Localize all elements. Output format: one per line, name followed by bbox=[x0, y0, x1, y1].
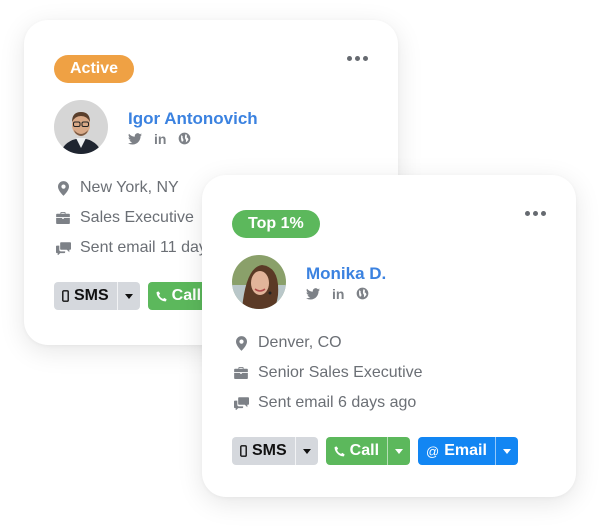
more-options-button[interactable] bbox=[525, 211, 546, 216]
location-text: Denver, CO bbox=[258, 334, 342, 351]
call-dropdown-button[interactable] bbox=[387, 437, 410, 465]
sms-label: SMS bbox=[74, 287, 109, 304]
caret-down-icon bbox=[302, 448, 311, 454]
linkedin-icon[interactable]: in bbox=[154, 132, 166, 146]
call-label: Call bbox=[349, 442, 380, 459]
caret-down-icon bbox=[395, 448, 404, 454]
twitter-icon[interactable] bbox=[306, 287, 320, 300]
contact-name[interactable]: Monika D. bbox=[306, 264, 386, 284]
at-sign-icon: @ bbox=[426, 443, 440, 459]
job-title-text: Sales Executive bbox=[80, 209, 194, 226]
email-button[interactable]: @ Email bbox=[418, 437, 495, 465]
twitter-icon[interactable] bbox=[128, 132, 142, 145]
sms-button-group: SMS bbox=[232, 437, 318, 465]
avatar bbox=[232, 255, 286, 309]
call-button-group: Call bbox=[325, 437, 411, 465]
title-row: Senior Sales Executive bbox=[232, 358, 423, 388]
call-button[interactable]: Call bbox=[148, 282, 209, 310]
map-pin-icon bbox=[232, 335, 250, 351]
mobile-phone-icon bbox=[240, 445, 247, 457]
chat-icon bbox=[54, 241, 72, 255]
job-title-text: Senior Sales Executive bbox=[258, 364, 423, 381]
activity-row: Sent email 6 days ago bbox=[232, 388, 423, 418]
contact-card-monika: Top 1% Monika D. in Denver, CO Senior Sa… bbox=[202, 175, 576, 497]
location-row: Denver, CO bbox=[232, 328, 423, 358]
call-button[interactable]: Call bbox=[326, 437, 387, 465]
phone-icon bbox=[334, 445, 345, 456]
email-button-group: @ Email bbox=[418, 437, 518, 465]
avatar bbox=[54, 100, 108, 154]
caret-down-icon bbox=[124, 293, 133, 299]
email-label: Email bbox=[444, 442, 487, 459]
phone-icon bbox=[156, 290, 167, 301]
sms-dropdown-button[interactable] bbox=[294, 437, 318, 465]
more-options-button[interactable] bbox=[347, 56, 368, 61]
globe-icon[interactable] bbox=[356, 287, 369, 300]
email-dropdown-button[interactable] bbox=[494, 437, 518, 465]
sms-button[interactable]: SMS bbox=[54, 282, 117, 310]
sms-label: SMS bbox=[252, 442, 287, 459]
sms-button[interactable]: SMS bbox=[232, 437, 295, 465]
map-pin-icon bbox=[54, 180, 72, 196]
status-badge: Top 1% bbox=[232, 210, 320, 238]
caret-down-icon bbox=[502, 448, 511, 454]
chat-icon bbox=[232, 396, 250, 410]
call-label: Call bbox=[171, 287, 202, 304]
sms-button-group: SMS bbox=[54, 282, 140, 310]
activity-text: Sent email 6 days ago bbox=[258, 394, 417, 411]
briefcase-icon bbox=[54, 212, 72, 224]
linkedin-icon[interactable]: in bbox=[332, 287, 344, 301]
mobile-phone-icon bbox=[62, 290, 69, 302]
location-text: New York, NY bbox=[80, 179, 179, 196]
contact-name[interactable]: Igor Antonovich bbox=[128, 109, 258, 129]
sms-dropdown-button[interactable] bbox=[116, 282, 140, 310]
briefcase-icon bbox=[232, 367, 250, 379]
globe-icon[interactable] bbox=[178, 132, 191, 145]
status-badge: Active bbox=[54, 55, 135, 83]
